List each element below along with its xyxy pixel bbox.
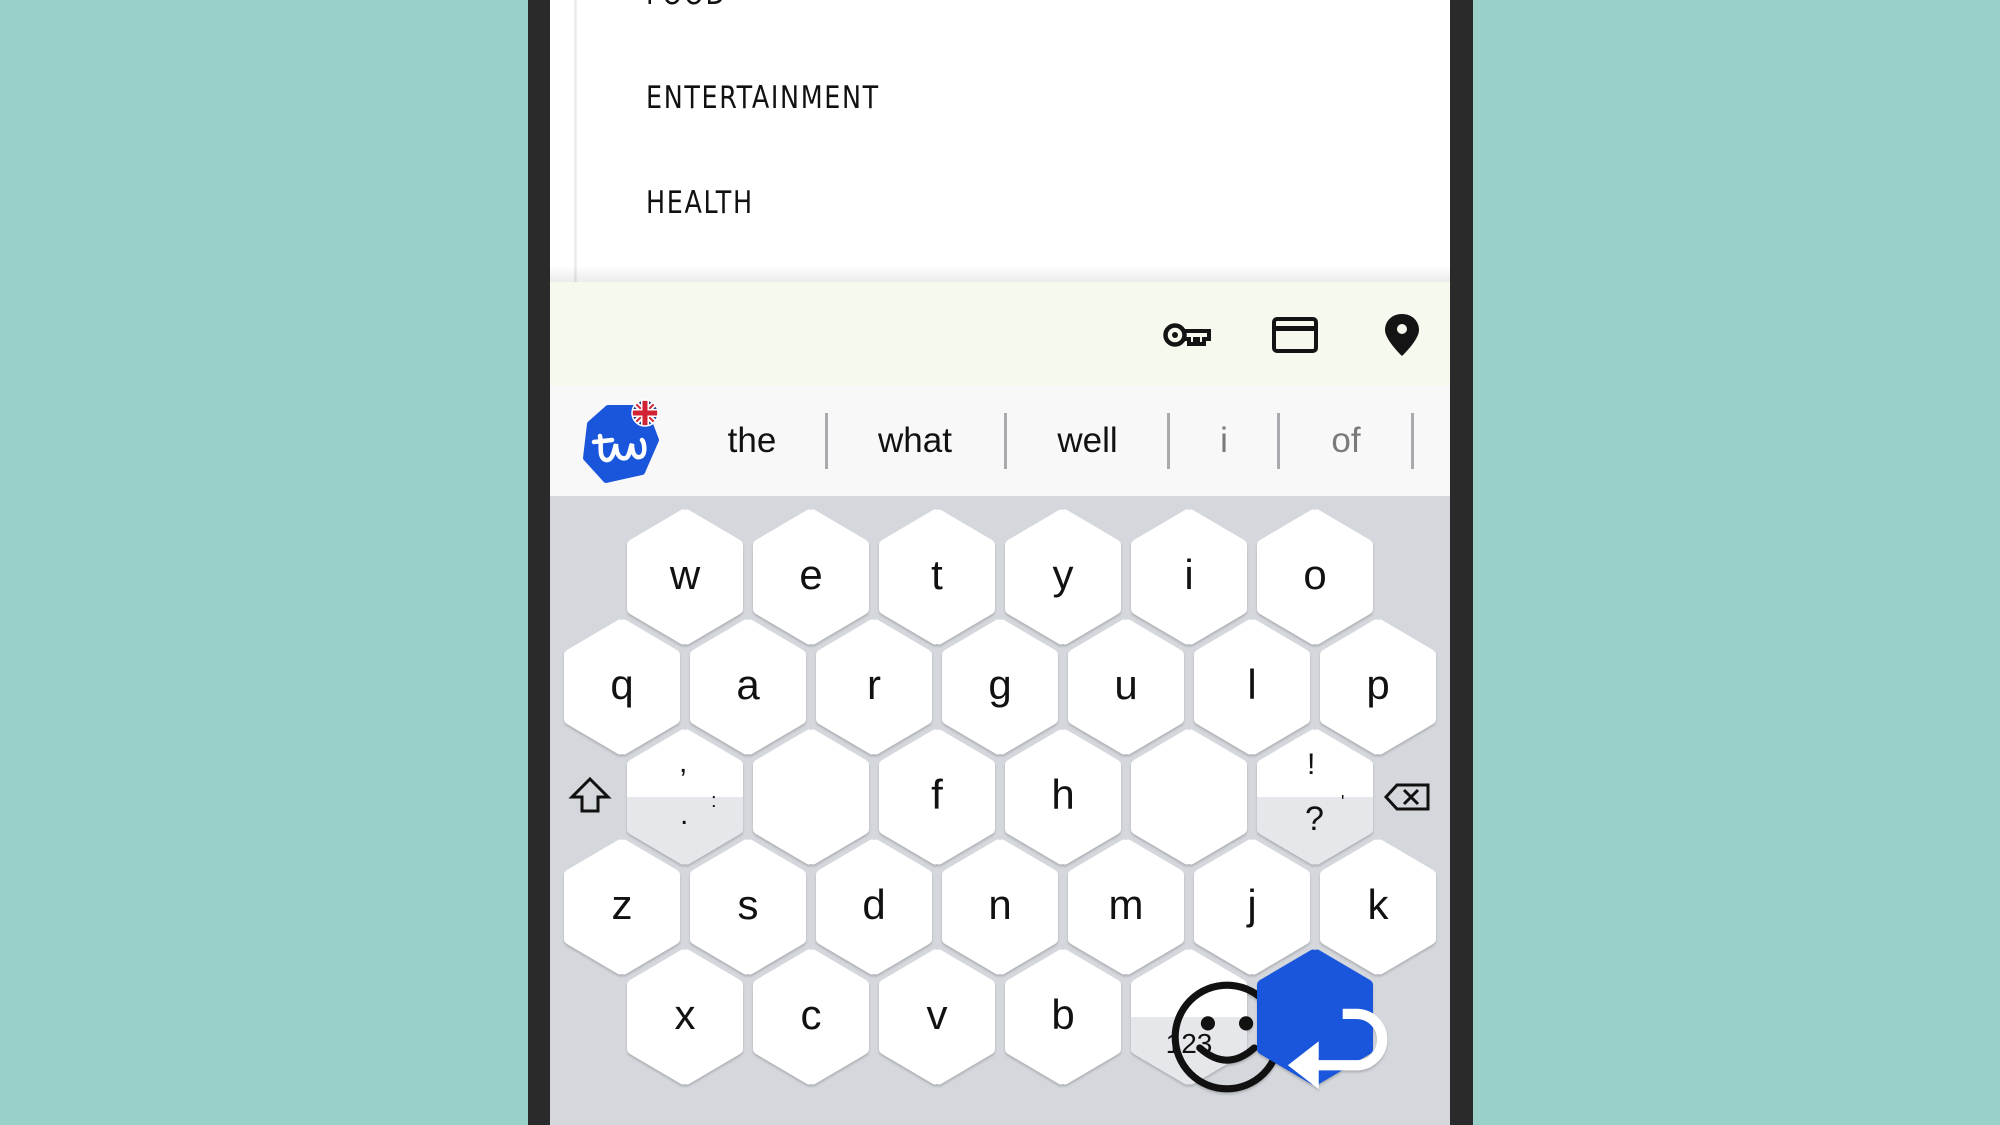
backspace-icon	[1383, 783, 1430, 811]
menu-shadow	[550, 266, 1450, 282]
punct-bottom-label: .	[680, 798, 689, 831]
backspace-key[interactable]	[1380, 767, 1440, 827]
phone-screen: FOOD ENTERTAINMENT HEALTH	[550, 0, 1450, 1125]
key-emoji-123[interactable]: 123	[1129, 948, 1283, 1093]
suggestion-separator	[1004, 413, 1007, 469]
autofill-bar	[550, 282, 1450, 386]
shift-arrow-icon	[568, 776, 612, 813]
key-label: c	[800, 991, 822, 1038]
key-label: h	[1051, 771, 1075, 818]
key-v[interactable]: v	[877, 948, 997, 1086]
punct-alt-label: :	[711, 790, 717, 812]
key-label: f	[931, 771, 943, 818]
menu-divider	[574, 0, 577, 282]
key-label: g	[988, 661, 1012, 708]
suggestion-separator	[1411, 413, 1414, 469]
key-label: t	[931, 551, 943, 598]
numbers-label: 123	[1165, 1028, 1213, 1059]
suggestion-well[interactable]: well	[1020, 416, 1155, 466]
key-icon[interactable]	[1162, 312, 1212, 358]
suggestion-i[interactable]: i	[1180, 416, 1268, 466]
key-label: x	[674, 991, 696, 1038]
suggestion-separator	[1277, 413, 1280, 469]
shift-key[interactable]	[560, 767, 620, 827]
location-pin-icon[interactable]	[1377, 312, 1427, 358]
key-label: e	[799, 551, 823, 598]
excl-alt-label: '	[1341, 792, 1345, 812]
key-x[interactable]: x	[625, 948, 745, 1086]
key-label: r	[867, 661, 881, 708]
key-label: j	[1247, 881, 1257, 928]
dropdown-menu: FOOD ENTERTAINMENT HEALTH	[550, 0, 1450, 282]
key-label: i	[1184, 551, 1194, 598]
key-c[interactable]: c	[751, 948, 871, 1086]
key-label: v	[926, 991, 948, 1038]
key-label: l	[1247, 661, 1257, 708]
enter-key[interactable]	[1255, 948, 1388, 1090]
key-label: u	[1114, 661, 1138, 708]
hex-keyboard: w e t y i o q a r g u l p,.: f h!? ' z s d n m j k x c v b 123	[550, 496, 1450, 1125]
enter-arrow-icon	[1287, 1008, 1388, 1090]
keyboard-logo[interactable]	[578, 399, 662, 484]
key-b[interactable]: b	[1003, 948, 1123, 1086]
menu-item-entertainment[interactable]: ENTERTAINMENT	[646, 80, 880, 116]
key-label: q	[610, 661, 634, 708]
key-label: k	[1367, 881, 1389, 928]
credit-card-icon[interactable]	[1270, 312, 1320, 358]
punct-top-label: ,	[679, 746, 688, 779]
key-label: d	[862, 881, 886, 928]
excl-bottom-label: ?	[1305, 800, 1324, 838]
key-label: w	[669, 551, 701, 598]
menu-item-health[interactable]: HEALTH	[646, 185, 754, 221]
key-label: p	[1366, 661, 1390, 708]
suggestion-what[interactable]: what	[840, 416, 990, 466]
suggestion-separator	[1167, 413, 1170, 469]
key-label: n	[988, 881, 1012, 928]
suggestion-the[interactable]: the	[692, 416, 812, 466]
key-label: a	[736, 661, 760, 708]
suggestion-separator	[825, 413, 828, 469]
key-label: s	[737, 881, 759, 928]
key-label: o	[1303, 551, 1327, 598]
menu-item-food[interactable]: FOOD	[646, 0, 727, 12]
suggestion-of[interactable]: of	[1290, 416, 1402, 466]
key-label: y	[1052, 551, 1074, 598]
prediction-bar: the what well i of	[550, 386, 1450, 496]
key-label: z	[611, 881, 633, 928]
excl-top-label: !	[1307, 748, 1316, 781]
key-label: m	[1108, 881, 1144, 928]
key-label: b	[1051, 991, 1075, 1038]
uk-flag-icon	[631, 399, 659, 427]
